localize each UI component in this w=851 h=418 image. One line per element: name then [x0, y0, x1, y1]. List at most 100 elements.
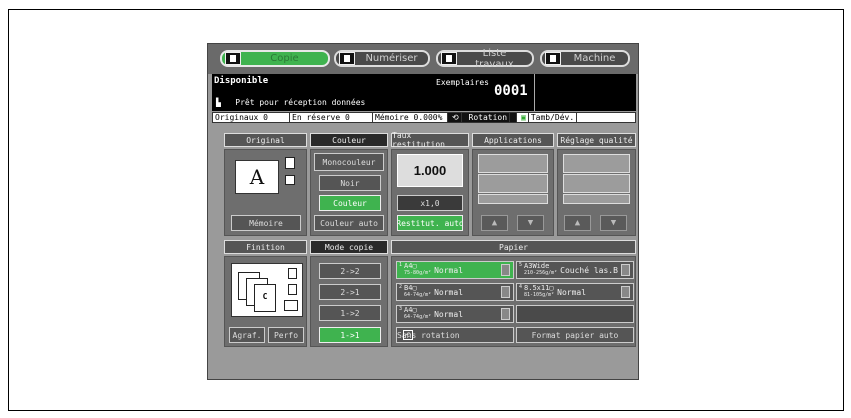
tray-size: A4▢ 64-74g/m² — [404, 306, 432, 321]
rotation-indicator: ⟲ Rotation — [448, 113, 517, 122]
copier-panel: Copie Numériser Liste travaux Machine Di… — [207, 43, 639, 380]
mode-copie-area: 2->2 2->1 1->2 1->1 — [310, 256, 388, 347]
applications-slot-2[interactable] — [478, 174, 548, 193]
arrow-down-icon[interactable]: ▼ — [517, 215, 544, 231]
copies-count: 0001 — [494, 83, 528, 99]
quality-header[interactable]: Réglage qualité — [557, 133, 636, 147]
arrow-up-icon[interactable]: ▲ — [564, 215, 591, 231]
applications-header[interactable]: Applications — [472, 133, 554, 147]
paper-tray-4[interactable]: 4 8.5x11▢ 81-105g/m² Normal — [516, 283, 634, 301]
punch-button[interactable]: Perfo — [268, 327, 304, 343]
arrow-down-icon[interactable]: ▼ — [600, 215, 627, 231]
tray-paper-type: Normal — [434, 309, 464, 319]
copy-icon — [225, 52, 241, 65]
tray-index: 5 — [519, 262, 523, 268]
auto-zoom-button[interactable]: Restitut. auto — [397, 215, 463, 231]
zoom-value: 1.000 — [413, 163, 447, 178]
couleur-header: Couleur — [310, 133, 388, 147]
tray-icon — [501, 286, 510, 298]
quality-slot-1[interactable] — [563, 154, 630, 173]
job-list-icon — [441, 52, 457, 65]
memory-usage: Mémoire 0.000% — [373, 113, 448, 122]
image-icon — [285, 175, 295, 185]
duplex-2-1-button[interactable]: 2->1 — [319, 284, 381, 300]
finition-area: A B C Agraf. Perfo — [224, 256, 307, 347]
info-bar: Originaux 0 En réserve 0 Mémoire 0.000% … — [212, 112, 636, 123]
tray-paper-type: Couché las.B — [560, 265, 618, 275]
zoom-area: 1.000 x1,0 Restitut. auto — [391, 149, 469, 236]
tray-paper-type: Normal — [557, 287, 587, 297]
tray-size: B4▢ 64-74g/m² — [404, 284, 432, 299]
original-area: A Mémoire — [224, 149, 307, 236]
quality-slot-3[interactable] — [563, 194, 630, 204]
paper-tray-empty — [516, 305, 634, 323]
finishing-preview: A B C — [231, 263, 303, 317]
machine-icon — [545, 52, 561, 65]
applications-slot-3[interactable] — [478, 194, 548, 204]
original-letter: A — [249, 165, 265, 189]
paper-tray-3[interactable]: 3 A4▢ 64-74g/m² Normal — [396, 305, 514, 323]
tray-index: 3 — [399, 306, 403, 312]
tray-icon — [501, 308, 510, 320]
paper-tray-5[interactable]: 5 A3Wide 210-256g/m² Couché las.B — [516, 261, 634, 279]
tray-index: 2 — [399, 284, 403, 290]
paper-tray-2[interactable]: 2 B4▢ 64-74g/m² Normal — [396, 283, 514, 301]
document-icon — [285, 157, 295, 169]
mode-tab-bar: Copie Numériser Liste travaux Machine — [208, 44, 638, 74]
originals-count: Originaux 0 — [213, 113, 290, 122]
couleur-area: Monocouleur Noir Couleur Couleur auto — [310, 149, 388, 236]
noir-button[interactable]: Noir — [319, 175, 381, 191]
tab-machine[interactable]: Machine — [540, 50, 630, 67]
tray-size: A4▢ 75-80g/m² — [404, 262, 432, 277]
zoom-x1-button[interactable]: x1,0 — [397, 195, 463, 211]
machine-state: Disponible — [214, 76, 269, 86]
staple-icon — [288, 268, 297, 279]
drum-icon: ▣ — [519, 113, 529, 122]
tab-copie[interactable]: Copie — [220, 50, 330, 67]
tray-index: 4 — [519, 284, 523, 290]
zoom-value-display[interactable]: 1.000 — [397, 154, 463, 187]
applications-area: ▲ ▼ — [472, 149, 554, 236]
zoom-header[interactable]: Taux restitution — [391, 131, 469, 149]
auto-paper-format-button[interactable]: Format papier auto — [516, 327, 634, 343]
tab-numeriser[interactable]: Numériser — [334, 50, 430, 67]
status-divider — [534, 74, 535, 111]
rotation-icon: ⟲ — [403, 330, 413, 340]
simplex-1-1-button[interactable]: 1->1 — [319, 327, 381, 343]
quality-area: ▲ ▼ — [557, 149, 636, 236]
tray-paper-type: Normal — [434, 265, 464, 275]
rotation-icon: ⟲ — [450, 113, 462, 122]
tray-size: A3Wide 210-256g/m² — [524, 262, 558, 277]
duplex-1-2-button[interactable]: 1->2 — [319, 305, 381, 321]
no-rotation-button[interactable]: ⟲ Sans rotation — [396, 327, 514, 343]
tab-liste-travaux[interactable]: Liste travaux — [436, 48, 534, 70]
booklet-icon — [284, 300, 298, 311]
staple-button[interactable]: Agraf. — [229, 327, 265, 343]
couleur-button[interactable]: Couleur — [319, 195, 381, 211]
status-message: ▙ Prêt pour réception données — [216, 98, 366, 107]
quality-slot-2[interactable] — [563, 174, 630, 193]
applications-slot-1[interactable] — [478, 154, 548, 173]
memory-button[interactable]: Mémoire — [231, 215, 301, 231]
tray-icon — [621, 264, 630, 276]
fold-icon — [288, 284, 297, 295]
papier-area: 1 A4▢ 75-80g/m² Normal 5 A3Wide 210-256g/m… — [391, 256, 636, 347]
arrow-up-icon[interactable]: ▲ — [481, 215, 508, 231]
paper-tray-1[interactable]: 1 A4▢ 75-80g/m² Normal — [396, 261, 514, 279]
copies-label: Exemplaires — [436, 78, 489, 87]
tray-icon — [621, 286, 630, 298]
reserve-count: En réserve 0 — [290, 113, 373, 122]
original-header[interactable]: Original — [224, 133, 307, 147]
tray-index: 1 — [399, 262, 403, 268]
scanner-icon — [339, 52, 355, 65]
tray-paper-type: Normal — [434, 287, 464, 297]
papier-header[interactable]: Papier — [391, 240, 636, 254]
finition-header[interactable]: Finition — [224, 240, 307, 254]
duplex-2-2-button[interactable]: 2->2 — [319, 263, 381, 279]
printer-icon: ▙ — [216, 98, 221, 107]
monocouleur-button[interactable]: Monocouleur — [314, 153, 384, 171]
mode-copie-header: Mode copie — [310, 240, 388, 254]
drum-indicator: ▣ Tamb/Dév. — [517, 113, 581, 122]
status-display: Disponible ▙ Prêt pour réception données… — [212, 74, 636, 111]
couleur-auto-button[interactable]: Couleur auto — [314, 215, 384, 231]
